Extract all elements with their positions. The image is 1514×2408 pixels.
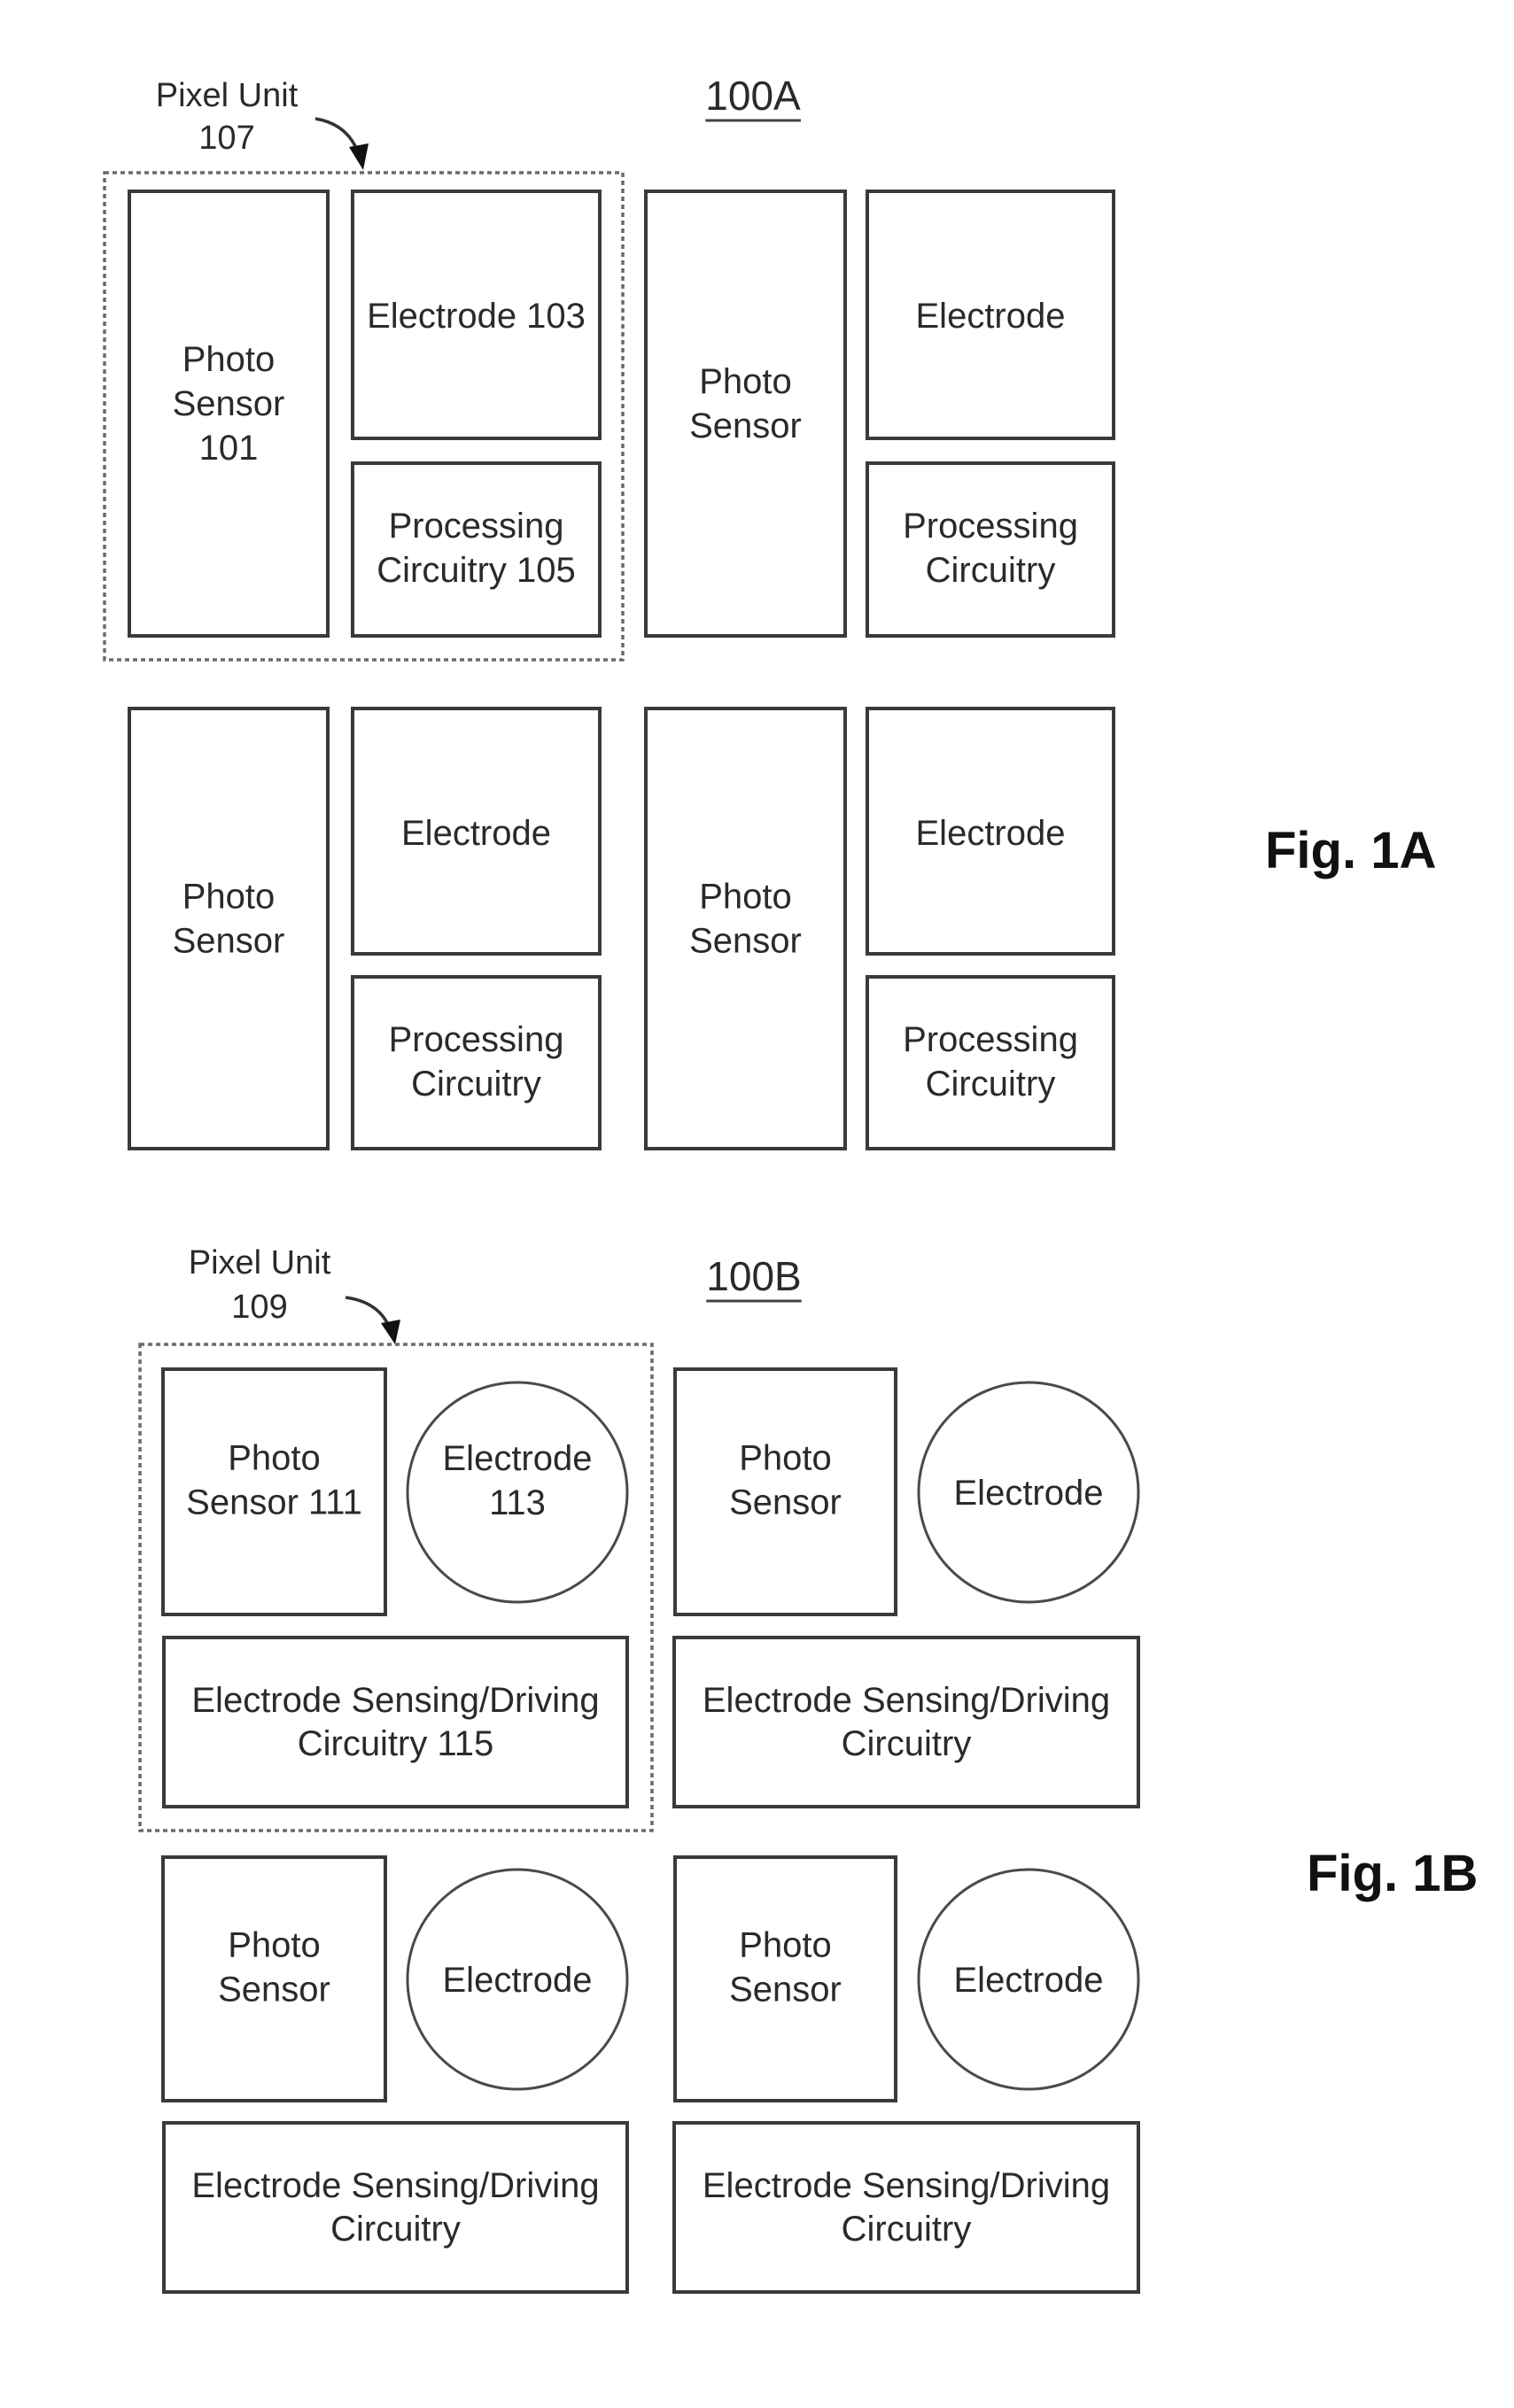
photo-sensor-label-line1: Photo: [699, 878, 792, 917]
pixel-unit-1b-1-1: Photo Sensor 111 Electrode 113 Electrode Sen…: [161, 1367, 629, 1808]
processing-circuitry-box: [866, 975, 1115, 1150]
pixel-unit-1a-1-2: Photo Sensor Electrode Processing Circuitry: [644, 190, 1115, 638]
processing-circuitry-label-line2: Circuitry: [926, 551, 1056, 590]
figure-label-1a: Fig. 1A: [1265, 822, 1436, 879]
processing-circuitry-label-line2: Circuitry 105: [377, 551, 576, 590]
photo-sensor-label-line2: Sensor: [689, 922, 802, 961]
pixel-unit-109-label-line1: Pixel Unit: [189, 1244, 331, 1281]
sensing-driving-circuitry-label-line1: Electrode Sensing/Driving: [191, 1681, 599, 1720]
pixel-unit-109-arrowhead-icon: [381, 1320, 400, 1344]
pixel-unit-1b-2-2: Photo Sensor Electrode Electrode Sensing/Dr…: [672, 1855, 1140, 2294]
figure-1a: 100A Pixel Unit 107 Fig. 1A Photo Sensor 1…: [103, 73, 1436, 1150]
pixel-unit-107-label-line2: 107: [198, 120, 254, 157]
electrode-label-line1: Electrode: [954, 1961, 1104, 2000]
sensing-driving-circuitry-label-line2: Circuitry 115: [298, 1724, 494, 1763]
electrode-sensing-driving-circuitry-box: [672, 1636, 1140, 1808]
processing-circuitry-label-line1: Processing: [903, 1020, 1078, 1059]
electrode-sensing-driving-circuitry-box: [672, 2121, 1140, 2294]
photo-sensor-label-line1: Photo: [228, 1926, 321, 1965]
sensing-driving-circuitry-label-line1: Electrode Sensing/Driving: [703, 1681, 1110, 1720]
electrode-label-line2: 113: [489, 1483, 546, 1522]
processing-circuitry-label-line1: Processing: [389, 507, 564, 546]
pixel-unit-1a-2-2: Photo Sensor Electrode Processing Circuitry: [644, 707, 1115, 1150]
sensing-driving-circuitry-label-line2: Circuitry: [842, 1724, 972, 1763]
electrode-label-line1: Electrode: [954, 1474, 1104, 1513]
electrode-label-line1: Electrode 103: [367, 297, 586, 336]
photo-sensor-label-line3: 101: [199, 429, 259, 468]
reference-100b: 100B: [706, 1253, 801, 1299]
pixel-unit-1b-1-2: Photo Sensor Electrode Electrode Sensing/Dr…: [672, 1367, 1140, 1808]
electrode-label-line1: Electrode: [443, 1961, 593, 2000]
pixel-unit-107-arrowhead-icon: [349, 143, 369, 170]
pixel-unit-1b-2-1: Photo Sensor Electrode Electrode Sensing/Dr…: [161, 1855, 629, 2294]
photo-sensor-label-line2: Sensor: [173, 922, 285, 961]
photo-sensor-label-line2: Sensor: [689, 406, 802, 445]
processing-circuitry-label-line2: Circuitry: [926, 1065, 1056, 1103]
photo-sensor-label-line2: Sensor: [729, 1971, 842, 2009]
photo-sensor-label-line1: Photo: [228, 1439, 321, 1478]
photo-sensor-label-line1: Photo: [182, 878, 276, 917]
photo-sensor-label-line2: Sensor: [218, 1971, 330, 2009]
processing-circuitry-label-line1: Processing: [389, 1020, 564, 1059]
photo-sensor-label-line2: Sensor: [173, 384, 285, 423]
electrode-label-line1: Electrode: [916, 814, 1066, 853]
processing-circuitry-box: [351, 461, 602, 638]
processing-circuitry-box: [866, 461, 1115, 638]
sensing-driving-circuitry-label-line2: Circuitry: [842, 2210, 972, 2249]
reference-100a: 100A: [705, 73, 801, 119]
sensing-driving-circuitry-label-line2: Circuitry: [330, 2210, 461, 2249]
photo-sensor-label-line1: Photo: [739, 1439, 832, 1478]
photo-sensor-label-line1: Photo: [699, 362, 792, 401]
figure-label-1b: Fig. 1B: [1307, 1845, 1478, 1902]
photo-sensor-label-line1: Photo: [182, 340, 276, 379]
pixel-unit-107-label-line1: Pixel Unit: [156, 77, 299, 114]
sensing-driving-circuitry-label-line1: Electrode Sensing/Driving: [703, 2166, 1110, 2205]
electrode-label-line1: Electrode: [443, 1439, 593, 1478]
electrode-sensing-driving-circuitry-box: [162, 2121, 629, 2294]
electrode-sensing-driving-circuitry-box: [162, 1636, 629, 1808]
electrode-label-line1: Electrode: [401, 814, 551, 853]
figure-1b: 100B Pixel Unit 109 Fig. 1B Photo Sensor …: [138, 1244, 1478, 2294]
pixel-unit-109-label-line2: 109: [231, 1289, 287, 1326]
sensing-driving-circuitry-label-line1: Electrode Sensing/Driving: [191, 2166, 599, 2205]
processing-circuitry-box: [351, 975, 602, 1150]
electrode-label-line1: Electrode: [916, 297, 1066, 336]
photo-sensor-label-line2: Sensor: [729, 1483, 842, 1522]
patent-diagram: 100A Pixel Unit 107 Fig. 1A PhotoSensor1…: [103, 73, 1478, 2294]
processing-circuitry-label-line1: Processing: [903, 507, 1078, 546]
photo-sensor-label-line1: Photo: [739, 1926, 832, 1965]
processing-circuitry-label-line2: Circuitry: [411, 1065, 541, 1103]
pixel-unit-1a-1-1: Photo Sensor 101 Electrode 103 Processing Cir…: [128, 190, 602, 638]
pixel-unit-1a-2-1: Photo Sensor Electrode Processing Circuitry: [128, 707, 602, 1150]
photo-sensor-label-line2: Sensor 111: [186, 1483, 362, 1522]
